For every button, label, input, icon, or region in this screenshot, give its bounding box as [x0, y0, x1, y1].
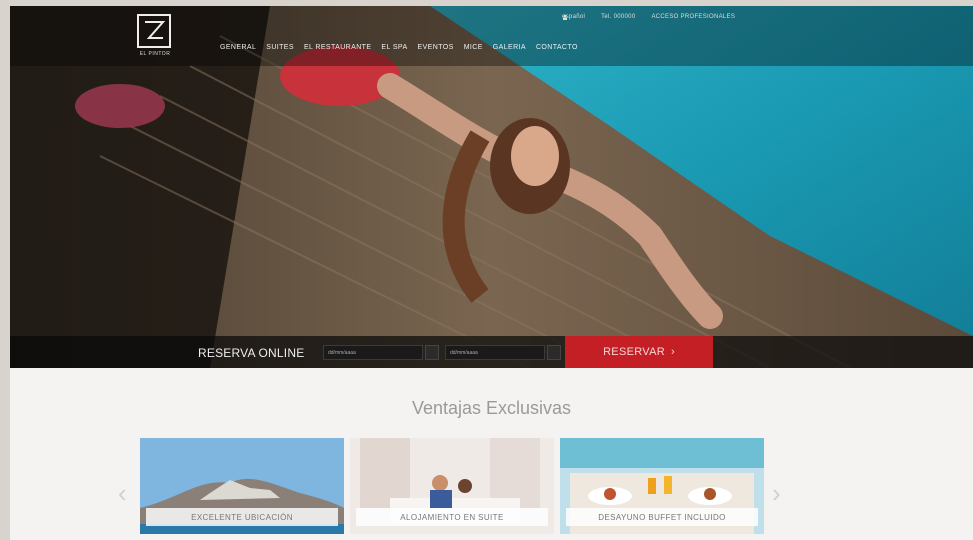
- advantages-carousel: EXCELENTE UBICACIÓN ALOJAMIENTO EN SUITE: [140, 438, 764, 534]
- reservar-label: RESERVAR: [603, 346, 665, 358]
- nav-item-mice[interactable]: MICE: [464, 44, 483, 51]
- card-label-location: EXCELENTE UBICACIÓN: [146, 508, 338, 526]
- nav-item-suites[interactable]: SUITES: [266, 44, 294, 51]
- logo-text: EL PINTOR: [139, 51, 171, 57]
- user-icon: [563, 14, 567, 20]
- card-label-suite: ALOJAMIENTO EN SUITE: [356, 508, 548, 526]
- phone-link[interactable]: Tel. 000000: [601, 14, 635, 20]
- nav-item-spa[interactable]: EL SPA: [381, 44, 407, 51]
- reservar-button[interactable]: RESERVAR ›: [565, 336, 713, 368]
- calendar-icon[interactable]: [547, 345, 561, 360]
- main-nav: GENERAL SUITES EL RESTAURANTE EL SPA EVE…: [220, 44, 578, 51]
- booking-label: RESERVA ONLINE: [198, 346, 305, 360]
- checkin-input[interactable]: dd/mm/aaaa: [323, 345, 423, 360]
- utility-bar: español Tel. 000000 ACCESO PROFESIONALES: [562, 14, 735, 20]
- section-title: Ventajas Exclusivas: [411, 398, 572, 418]
- checkout-input[interactable]: dd/mm/aaaa: [445, 345, 545, 360]
- booking-bar: RESERVA ONLINE dd/mm/aaaa dd/mm/aaaa RES…: [10, 336, 973, 368]
- logo-icon: [137, 14, 171, 48]
- nav-item-galeria[interactable]: GALERIA: [493, 44, 526, 51]
- chevron-right-icon: ›: [670, 346, 675, 358]
- calendar-icon[interactable]: [425, 345, 439, 360]
- page-frame: EL PINTOR GENERAL SUITES EL RESTAURANTE …: [10, 6, 973, 540]
- card-label-breakfast: DESAYUNO BUFFET INCLUIDO: [566, 508, 758, 526]
- hero-banner: EL PINTOR GENERAL SUITES EL RESTAURANTE …: [10, 6, 973, 368]
- nav-item-eventos[interactable]: EVENTOS: [418, 44, 454, 51]
- carousel-next-arrow-icon[interactable]: ›: [772, 478, 781, 509]
- nav-item-contacto[interactable]: CONTACTO: [536, 44, 578, 51]
- logo[interactable]: EL PINTOR: [137, 14, 173, 58]
- advantage-card-breakfast[interactable]: DESAYUNO BUFFET INCLUIDO: [560, 438, 764, 534]
- carousel-prev-arrow-icon[interactable]: ‹: [118, 478, 127, 509]
- advantage-card-suite[interactable]: ALOJAMIENTO EN SUITE: [350, 438, 554, 534]
- professional-access-label: ACCESO PROFESIONALES: [651, 14, 736, 20]
- nav-item-general[interactable]: GENERAL: [220, 44, 256, 51]
- professional-access-link[interactable]: ACCESO PROFESIONALES: [563, 14, 736, 20]
- advantage-card-location[interactable]: EXCELENTE UBICACIÓN: [140, 438, 344, 534]
- nav-item-restaurante[interactable]: EL RESTAURANTE: [304, 44, 371, 51]
